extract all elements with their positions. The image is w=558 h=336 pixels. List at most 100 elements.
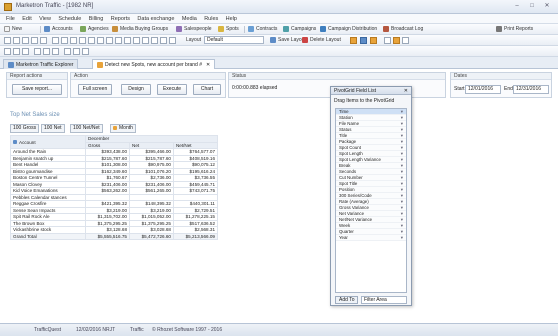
new-button[interactable]: New <box>4 25 22 34</box>
agencies-button[interactable]: Agencies <box>80 25 109 34</box>
print-reports-button[interactable]: Print Reports <box>496 25 533 34</box>
spots-button[interactable]: Spots <box>218 25 239 34</box>
grand-total-row[interactable]: Grand Total $5,555,516.75 $5,472,726.60 $5,… <box>9 232 219 240</box>
filter-icon[interactable] <box>79 37 86 44</box>
zoom-icon[interactable] <box>384 37 391 44</box>
export-icon[interactable] <box>124 37 131 44</box>
bold-icon[interactable] <box>4 48 11 55</box>
close-icon[interactable]: ✕ <box>404 87 408 95</box>
tab-report[interactable]: Detect new Spots, new account per brand … <box>92 59 216 69</box>
design-button[interactable]: Design <box>121 84 151 95</box>
toolbar-separator <box>244 26 245 33</box>
settings-icon[interactable] <box>160 37 167 44</box>
chevron-down-icon[interactable]: ▾ <box>401 235 403 241</box>
campaign-distribution-button[interactable]: Campaign Distribution <box>320 25 377 34</box>
dates-group: Dates Start 12/01/2016 End 12/31/2016 <box>450 72 552 98</box>
menu-bar: File Edit View Schedule Billing Reports … <box>0 14 558 24</box>
grid-icon[interactable] <box>52 37 59 44</box>
cut-icon[interactable] <box>22 37 29 44</box>
tab-traffic-explorer[interactable]: Marketron Traffic Explorer <box>3 59 79 69</box>
filter-month[interactable]: Month <box>110 124 136 133</box>
filter-net-net[interactable]: 100 Net/Net <box>70 124 103 133</box>
sort-desc-icon[interactable] <box>70 37 77 44</box>
cell-netnet: $5,213,566.09 <box>172 232 219 240</box>
field-list-item[interactable]: Year ▾ <box>336 235 406 241</box>
new-icon <box>4 25 10 32</box>
area-dropdown[interactable]: Filter Area <box>361 296 407 304</box>
table-view-icon[interactable] <box>360 37 367 44</box>
align-left-icon[interactable] <box>34 48 41 55</box>
media-buying-groups-button[interactable]: Media Buying Groups <box>112 25 168 34</box>
filter-gross[interactable]: 100 Gross <box>10 124 40 133</box>
salespeople-button[interactable]: Salespeople <box>176 25 212 34</box>
paste-icon[interactable] <box>40 37 47 44</box>
add-to-button[interactable]: Add To <box>335 296 359 304</box>
font-color-icon[interactable] <box>64 48 71 55</box>
menu-media[interactable]: Media <box>182 14 197 24</box>
menu-file[interactable]: File <box>6 14 15 24</box>
italic-icon[interactable] <box>13 48 20 55</box>
menu-edit[interactable]: Edit <box>22 14 31 24</box>
report-actions-group: Report actions Save report... <box>6 72 68 98</box>
align-right-icon[interactable] <box>52 48 59 55</box>
redo-icon[interactable] <box>13 37 20 44</box>
table-row[interactable]: Spit Rail Rock Ale $1,315,702.00 $1,015,05… <box>9 213 219 221</box>
menu-reports[interactable]: Reports <box>111 14 130 24</box>
underline-icon[interactable] <box>22 48 29 55</box>
field-list-hint: Drag Items to the PivotGrid <box>334 98 395 104</box>
collapse-icon[interactable] <box>97 37 104 44</box>
save-layout-button[interactable]: Save Layout <box>270 36 306 45</box>
align-center-icon[interactable] <box>43 48 50 55</box>
fill-color-icon[interactable] <box>73 48 80 55</box>
copy-icon[interactable] <box>31 37 38 44</box>
chart-button[interactable]: Chart <box>193 84 221 95</box>
subtotals-icon[interactable] <box>115 37 122 44</box>
execute-button[interactable]: Execute <box>157 84 187 95</box>
maximize-button[interactable]: □ <box>525 2 539 11</box>
filter-net[interactable]: 100 Net <box>41 124 65 133</box>
status-session: 12/02/2016 NRJT <box>76 327 116 333</box>
totals-icon[interactable] <box>106 37 113 44</box>
cell-gross: $5,555,516.75 <box>85 232 130 240</box>
print-icon[interactable] <box>133 37 140 44</box>
menu-billing[interactable]: Billing <box>89 14 104 24</box>
menu-help[interactable]: Help <box>226 14 237 24</box>
status-module: Traffic <box>130 327 144 333</box>
close-tab-icon[interactable]: ✕ <box>206 62 210 68</box>
accounts-button[interactable]: Accounts <box>44 25 73 34</box>
delete-layout-button[interactable]: Delete Layout <box>302 36 341 45</box>
pivot-view-icon[interactable] <box>370 37 377 44</box>
highlight-icon[interactable] <box>350 37 357 44</box>
border-icon[interactable] <box>82 48 89 55</box>
undo-icon[interactable] <box>4 37 11 44</box>
sort-asc-icon[interactable] <box>61 37 68 44</box>
broadcast-log-button[interactable]: Broadcast Log <box>383 25 423 34</box>
menu-schedule[interactable]: Schedule <box>58 14 81 24</box>
save-report-button[interactable]: Save report... <box>12 84 62 95</box>
end-date-input[interactable]: 12/31/2016 <box>513 85 549 94</box>
broadcast-log-icon <box>383 25 389 32</box>
chart-icon[interactable] <box>142 37 149 44</box>
chart-bar-icon[interactable] <box>393 37 400 44</box>
refresh-icon[interactable] <box>169 37 176 44</box>
contracts-button[interactable]: Contracts <box>248 25 277 34</box>
menu-data-exchange[interactable]: Data exchange <box>137 14 174 24</box>
account-header[interactable]: Account <box>9 135 87 149</box>
chart-line-icon[interactable] <box>402 37 409 44</box>
expand-icon[interactable] <box>88 37 95 44</box>
elapsed-time: 0:00:00.883 elapsed <box>232 85 278 91</box>
start-date-input[interactable]: 12/01/2016 <box>465 85 501 94</box>
full-screen-button[interactable]: Full screen <box>78 84 112 95</box>
report-content: Report actions Save report... Action Ful… <box>0 69 558 323</box>
start-date-label: Start <box>454 86 465 92</box>
contracts-icon <box>248 25 254 32</box>
menu-rules[interactable]: Rules <box>204 14 218 24</box>
menu-view[interactable]: View <box>39 14 51 24</box>
account-field-icon <box>13 140 17 145</box>
close-button[interactable]: ✕ <box>540 2 554 11</box>
layout-dropdown[interactable]: Default <box>204 36 264 44</box>
format-toolbar <box>0 46 558 57</box>
minimize-button[interactable]: – <box>510 2 524 11</box>
fields-icon[interactable] <box>151 37 158 44</box>
campaigns-button[interactable]: Campaigns <box>283 25 316 34</box>
